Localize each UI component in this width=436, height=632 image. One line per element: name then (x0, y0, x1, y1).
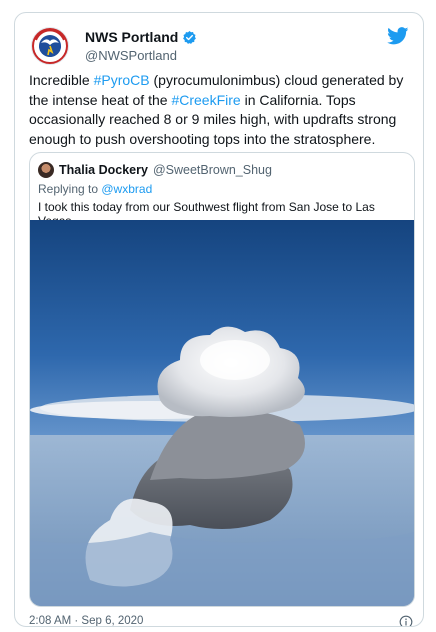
tweet-footer: 2:08 AM · Sep 6, 2020 (29, 615, 413, 627)
author-handle[interactable]: @NWSPortland (85, 48, 177, 63)
quoted-tweet[interactable]: Thalia Dockery @SweetBrown_Shug Replying… (29, 152, 415, 607)
tweet-text-segment: Incredible (29, 72, 94, 88)
replying-prefix: Replying to (38, 182, 102, 196)
author-name-line[interactable]: NWS Portland (85, 29, 197, 45)
tweet-text: Incredible #PyroCB (pyrocumulonimbus) cl… (29, 71, 413, 149)
tweet-card[interactable]: NWS Portland @NWSPortland Incredible #Py… (14, 12, 424, 627)
twitter-bird-icon[interactable] (387, 27, 409, 45)
replying-to: Replying to @wxbrad (38, 182, 152, 196)
nws-logo-icon (32, 28, 68, 64)
pyrocb-photo[interactable] (30, 220, 414, 606)
info-icon[interactable] (399, 615, 413, 627)
tweet-header: NWS Portland @NWSPortland (29, 25, 409, 71)
tweet-timestamp[interactable]: 2:08 AM · Sep 6, 2020 (29, 615, 143, 626)
author-name[interactable]: NWS Portland (85, 29, 178, 45)
quoted-author-line[interactable]: Thalia Dockery @SweetBrown_Shug (38, 162, 272, 178)
quoted-author-handle[interactable]: @SweetBrown_Shug (153, 163, 272, 177)
replying-to-link[interactable]: @wxbrad (101, 182, 152, 196)
avatar[interactable] (38, 162, 54, 178)
avatar[interactable] (31, 27, 69, 65)
hashtag-link[interactable]: #CreekFire (171, 92, 240, 108)
hashtag-link[interactable]: #PyroCB (94, 72, 150, 88)
quoted-author-name[interactable]: Thalia Dockery (59, 163, 148, 177)
verified-badge-icon (183, 30, 197, 44)
